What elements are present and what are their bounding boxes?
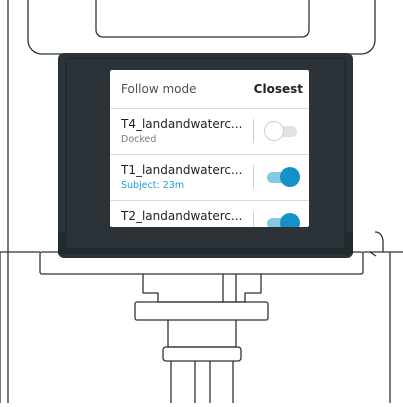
target-item[interactable]: T2_landandwaterc...	[110, 201, 309, 227]
target-toggle[interactable]	[264, 213, 300, 227]
target-status: Subject: 23m	[121, 180, 185, 191]
follow-mode-row[interactable]: Follow mode Closest	[110, 70, 309, 109]
follow-mode-panel: Follow mode Closest T4_landandwaterc... …	[110, 70, 309, 227]
follow-mode-label: Follow mode	[121, 82, 197, 96]
divider	[253, 211, 254, 227]
toggle-thumb	[280, 167, 300, 187]
divider	[253, 119, 254, 143]
target-toggle[interactable]	[264, 121, 300, 141]
divider	[253, 165, 254, 189]
toggle-thumb	[280, 213, 300, 227]
target-toggle[interactable]	[264, 167, 300, 187]
target-status: Docked	[121, 134, 157, 145]
target-item[interactable]: T1_landandwaterc... Subject: 23m	[110, 155, 309, 201]
follow-mode-value[interactable]: Closest	[254, 82, 303, 96]
target-name: T4_landandwaterc...	[121, 117, 243, 131]
target-item[interactable]: T4_landandwaterc... Docked	[110, 109, 309, 155]
toggle-thumb	[264, 121, 284, 141]
target-name: T1_landandwaterc...	[121, 163, 243, 177]
target-name: T2_landandwaterc...	[121, 209, 243, 223]
